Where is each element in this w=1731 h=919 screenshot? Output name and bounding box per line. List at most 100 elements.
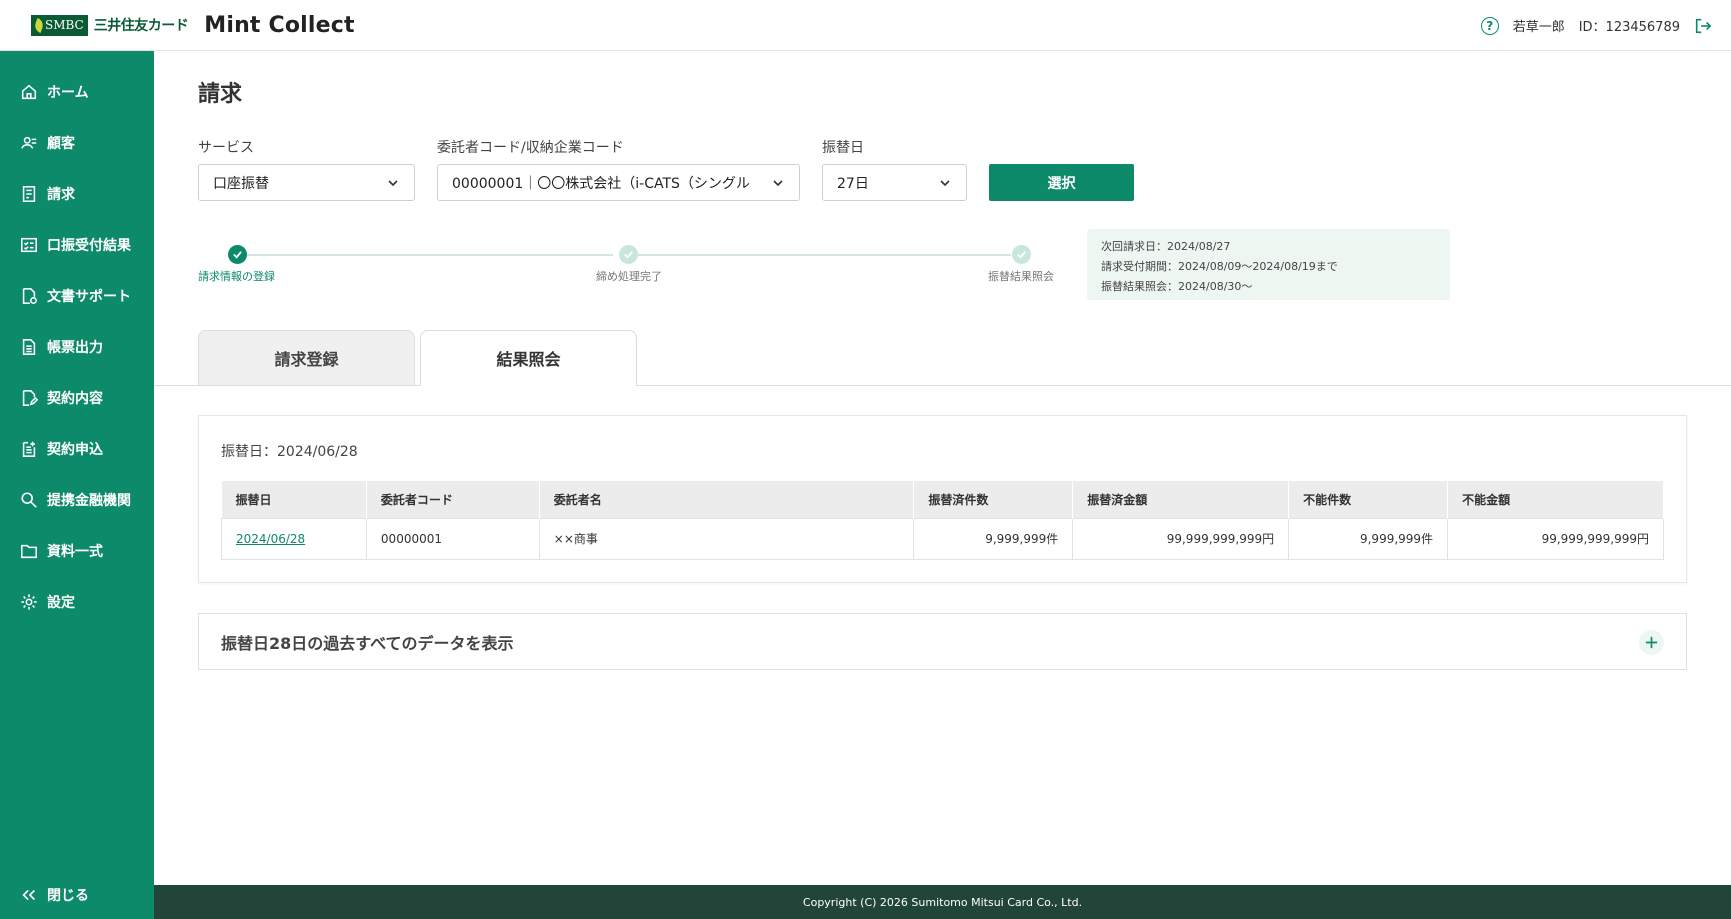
tab-result-inquiry[interactable]: 結果照会 bbox=[420, 330, 637, 386]
help-icon[interactable]: ? bbox=[1480, 16, 1499, 35]
transfer-result-inquiry-date: 振替結果照会：2024/08/30〜 bbox=[1101, 280, 1253, 293]
brand-logo[interactable]: SMBC 三井住友カード bbox=[31, 14, 189, 36]
user-id: ID：123456789 bbox=[1578, 20, 1680, 35]
sidebar-item-home[interactable]: ホーム bbox=[0, 72, 154, 112]
sidebar-close-button[interactable]: 閉じる bbox=[0, 875, 154, 915]
double-chevron-left-icon bbox=[20, 886, 38, 904]
sidebar-item-label: 設定 bbox=[47, 595, 75, 611]
home-icon bbox=[20, 83, 38, 101]
header-user-area: ? 若草一郎 ID：123456789 bbox=[1480, 0, 1712, 51]
step-connector bbox=[638, 254, 1011, 256]
sidebar-close-label: 閉じる bbox=[47, 888, 89, 904]
sidebar-item-document-support[interactable]: 文書サポート bbox=[0, 276, 154, 316]
transfer-date-select[interactable]: 27日 bbox=[822, 164, 967, 201]
step-label-close: 締め処理完了 bbox=[596, 270, 662, 283]
table-cell: 9,999,999件 bbox=[1288, 517, 1449, 560]
sidebar-item-partner-banks[interactable]: 提携金融機関 bbox=[0, 480, 154, 520]
column-header: 振替日 bbox=[221, 481, 367, 518]
select-button[interactable]: 選択 bbox=[989, 164, 1134, 201]
logout-icon[interactable] bbox=[1694, 17, 1712, 35]
gear-icon bbox=[20, 593, 38, 611]
sidebar-item-label: ホーム bbox=[47, 85, 89, 101]
sidebar-item-label: 資料一式 bbox=[47, 544, 103, 560]
column-header: 不能件数 bbox=[1288, 481, 1449, 518]
schedule-info-box: 次回請求日：2024/08/27 請求受付期間：2024/08/09〜2024/… bbox=[1087, 229, 1450, 300]
step-label-register: 請求情報の登録 bbox=[198, 270, 275, 283]
plus-icon[interactable] bbox=[1639, 630, 1664, 655]
step-check-icon bbox=[619, 245, 638, 264]
table-cell: 99,999,999,999円 bbox=[1447, 517, 1664, 560]
consignor-code-label: 委託者コード/収納企業コード bbox=[437, 140, 624, 156]
sidebar-item-label: 契約申込 bbox=[47, 442, 103, 458]
column-header: 委託者名 bbox=[539, 481, 915, 518]
step-connector bbox=[246, 254, 613, 256]
sidebar-item-label: 顧客 bbox=[47, 136, 75, 152]
sidebar-item-label: 口振受付結果 bbox=[47, 238, 131, 254]
document-gear-icon bbox=[20, 287, 38, 305]
sidebar-item-contract-details[interactable]: 契約内容 bbox=[0, 378, 154, 418]
result-transfer-date: 振替日：2024/06/28 bbox=[221, 444, 358, 460]
smbc-logo-badge: SMBC bbox=[31, 14, 88, 36]
tab-billing-registration[interactable]: 請求登録 bbox=[198, 330, 415, 386]
users-icon bbox=[20, 134, 38, 152]
leaf-icon bbox=[33, 17, 45, 33]
table-cell: 9,999,999件 bbox=[913, 517, 1074, 560]
app-title: Mint Collect bbox=[204, 12, 355, 38]
sidebar-item-label: 請求 bbox=[47, 187, 75, 203]
checklist-icon bbox=[20, 236, 38, 254]
table-cell: 00000001 bbox=[365, 517, 540, 560]
result-panel: 振替日：2024/06/28 振替日 委託者コード 委託者名 振替済件数 振替済… bbox=[198, 415, 1687, 583]
table-cell: 99,999,999,999円 bbox=[1072, 517, 1290, 560]
transfer-date-label: 振替日 bbox=[822, 140, 864, 156]
sidebar-item-label: 文書サポート bbox=[47, 289, 131, 305]
table-header-row: 振替日 委託者コード 委託者名 振替済件数 振替済金額 不能件数 不能金額 bbox=[221, 481, 1664, 518]
step-check-icon bbox=[1012, 245, 1031, 264]
step-check-icon bbox=[228, 245, 247, 264]
chevron-down-icon bbox=[940, 180, 950, 187]
page-title: 請求 bbox=[198, 82, 243, 107]
past-data-accordion[interactable]: 振替日28日の過去すべてのデータを表示 bbox=[198, 613, 1687, 670]
transfer-date-select-value: 27日 bbox=[837, 175, 869, 192]
invoice-icon bbox=[20, 185, 38, 203]
accordion-title: 振替日28日の過去すべてのデータを表示 bbox=[221, 633, 514, 653]
application-icon bbox=[20, 440, 38, 458]
column-header: 不能金額 bbox=[1447, 481, 1664, 518]
table-row: 2024/06/28 00000001 ××商事 9,999,999件 99,9… bbox=[221, 517, 1664, 560]
column-header: 振替済件数 bbox=[913, 481, 1074, 518]
service-select[interactable]: 口座振替 bbox=[198, 164, 415, 201]
step-label-result: 振替結果照会 bbox=[988, 270, 1054, 283]
logo-badge-text: SMBC bbox=[45, 18, 84, 32]
sidebar-item-billing[interactable]: 請求 bbox=[0, 174, 154, 214]
chevron-down-icon bbox=[773, 180, 783, 187]
chevron-down-icon bbox=[388, 180, 398, 187]
logo-company-name: 三井住友カード bbox=[93, 18, 189, 34]
result-table: 振替日 委託者コード 委託者名 振替済件数 振替済金額 不能件数 不能金額 20… bbox=[221, 481, 1664, 560]
sidebar-item-label: 契約内容 bbox=[47, 391, 103, 407]
sidebar-item-report-output[interactable]: 帳票出力 bbox=[0, 327, 154, 367]
search-icon bbox=[20, 491, 38, 509]
copyright-text: Copyright (C) 2026 Sumitomo Mitsui Card … bbox=[802, 895, 1083, 909]
sidebar-item-settings[interactable]: 設定 bbox=[0, 582, 154, 622]
billing-acceptance-period: 請求受付期間：2024/08/09〜2024/08/19まで bbox=[1101, 260, 1338, 273]
report-icon bbox=[20, 338, 38, 356]
app-header: SMBC 三井住友カード Mint Collect ? 若草一郎 ID：1234… bbox=[0, 0, 1731, 51]
column-header: 振替済金額 bbox=[1072, 481, 1290, 518]
footer: Copyright (C) 2026 Sumitomo Mitsui Card … bbox=[154, 885, 1731, 919]
consignor-code-select[interactable]: 00000001｜〇〇株式会社（i-CATS（シングル bbox=[437, 164, 800, 201]
sidebar-item-customers[interactable]: 顧客 bbox=[0, 123, 154, 163]
table-cell: 2024/06/28 bbox=[221, 517, 367, 560]
consignor-code-select-value: 00000001｜〇〇株式会社（i-CATS（シングル bbox=[452, 175, 750, 192]
transfer-date-link[interactable]: 2024/06/28 bbox=[236, 532, 305, 546]
table-cell: ××商事 bbox=[538, 517, 915, 560]
folder-icon bbox=[20, 542, 38, 560]
sidebar-item-transfer-results[interactable]: 口振受付結果 bbox=[0, 225, 154, 265]
contract-edit-icon bbox=[20, 389, 38, 407]
sidebar-item-materials[interactable]: 資料一式 bbox=[0, 531, 154, 571]
sidebar-item-label: 提携金融機関 bbox=[47, 493, 131, 509]
next-billing-date: 次回請求日：2024/08/27 bbox=[1101, 240, 1231, 253]
service-label: サービス bbox=[198, 140, 254, 156]
sidebar: ホーム 顧客 請求 口振受付結果 文書サポート 帳票出力 契約内容 契約申込 提… bbox=[0, 51, 154, 919]
sidebar-item-label: 帳票出力 bbox=[47, 340, 103, 356]
sidebar-item-contract-application[interactable]: 契約申込 bbox=[0, 429, 154, 469]
user-name: 若草一郎 bbox=[1512, 20, 1565, 35]
